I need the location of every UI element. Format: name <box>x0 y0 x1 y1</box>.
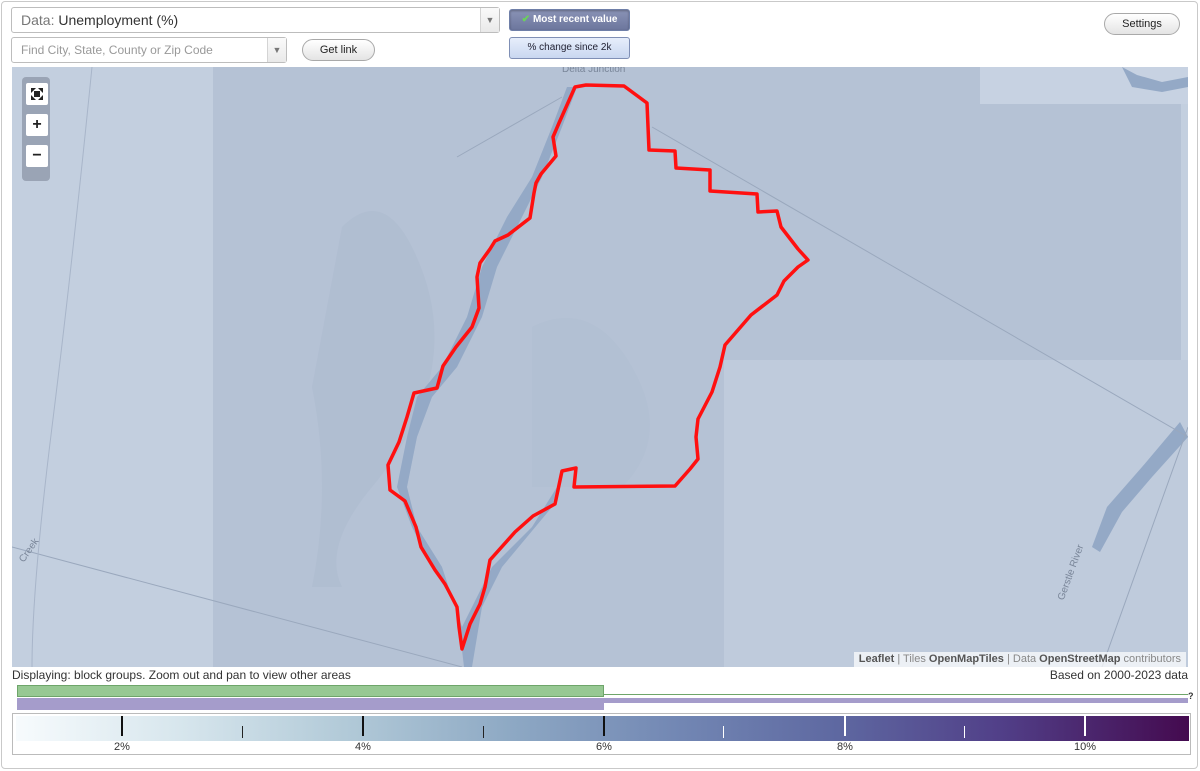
legend-tick-major <box>121 716 123 736</box>
displaying-status: Displaying: block groups. Zoom out and p… <box>12 668 351 682</box>
legend-tick-minor <box>483 726 484 738</box>
legend-tick-minor <box>964 726 965 738</box>
legend-label: 2% <box>114 741 130 753</box>
legend-label: 8% <box>837 741 853 753</box>
fullscreen-icon[interactable] <box>26 83 48 105</box>
color-scale-legend: 2% 4% 6% 8% 10% <box>12 713 1191 755</box>
place-label: Delta Junction <box>562 67 626 75</box>
legend-tick-minor <box>723 726 724 738</box>
legend-tick-major <box>1084 716 1086 736</box>
search-chevron-down-icon[interactable]: ▼ <box>267 38 286 62</box>
location-search-input[interactable] <box>11 37 287 63</box>
attribution-text: | Data <box>1003 653 1040 665</box>
data-select-prefix: Data: <box>21 12 55 28</box>
value-bar-comparison-track <box>604 698 1188 703</box>
value-bar-track <box>604 694 1188 695</box>
legend-tick-major <box>603 716 605 736</box>
map-view[interactable]: Delta Junction Creek Gerstle River + − L… <box>12 67 1188 667</box>
zoom-control-panel: + − <box>22 77 50 181</box>
legend-label: 6% <box>596 741 612 753</box>
checkmark-icon: ✔ <box>521 14 530 25</box>
map-canvas[interactable] <box>12 67 1188 667</box>
openstreetmap-link[interactable]: OpenStreetMap <box>1039 653 1120 665</box>
value-bar-selected <box>17 685 604 697</box>
unknown-value-mark: ? <box>1188 691 1194 701</box>
data-range-note: Based on 2000-2023 data <box>1049 668 1188 682</box>
legend-tick-major <box>362 716 364 736</box>
legend-tick-minor <box>242 726 243 738</box>
zoom-in-button[interactable]: + <box>26 114 48 136</box>
legend-label: 4% <box>355 741 371 753</box>
settings-button[interactable]: Settings <box>1104 13 1180 35</box>
attribution-text: contributors <box>1120 653 1181 665</box>
most-recent-value-toggle[interactable]: ✔ Most recent value <box>509 9 630 31</box>
most-recent-label: Most recent value <box>532 14 618 25</box>
get-link-button[interactable]: Get link <box>302 39 375 61</box>
attribution-text: | Tiles <box>894 653 929 665</box>
chevron-down-icon[interactable]: ▼ <box>480 8 499 32</box>
map-attribution: Leaflet | Tiles OpenMapTiles | Data Open… <box>853 652 1186 667</box>
openmaptiles-link[interactable]: OpenMapTiles <box>929 653 1004 665</box>
legend-label: 10% <box>1073 741 1097 753</box>
legend-tick-major <box>844 716 846 736</box>
zoom-out-button[interactable]: − <box>26 145 48 167</box>
percent-change-toggle[interactable]: % change since 2k <box>509 37 630 59</box>
leaflet-link[interactable]: Leaflet <box>859 653 894 665</box>
data-variable-select[interactable]: Data: Unemployment (%) ▼ <box>11 7 500 33</box>
data-select-value: Unemployment (%) <box>58 12 179 28</box>
value-bar-comparison <box>17 698 604 710</box>
